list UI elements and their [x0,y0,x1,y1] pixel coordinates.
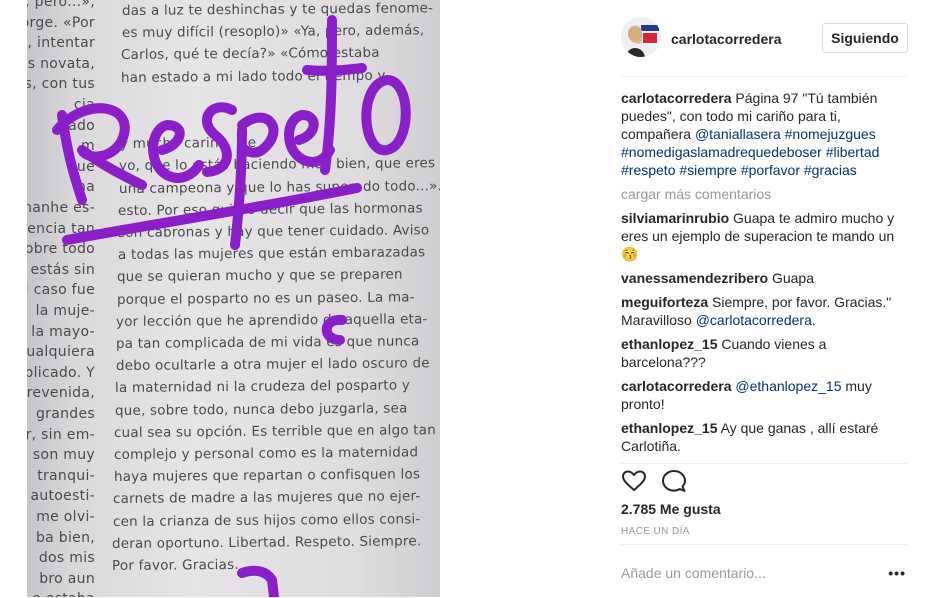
book-right-column: das a luz te deshinchas y te quedas feno… [111,0,440,597]
post-photo[interactable]: lleno, pero...», Jorge. «Por fea, intentar… [0,0,440,597]
book-text-line: r, sin em- [27,426,95,443]
post-actions: 2.785 Me gusta HACE UN DÍA [621,463,908,537]
book-text-line: complejo y personal como es la maternida… [113,444,419,463]
book-text-line: son muy [32,447,95,464]
book-text-line: ba bien, [35,529,95,546]
book-text-line: res novata, [27,55,95,72]
comment-mention[interactable]: @carlotacorredera [696,312,812,328]
caption: carlotacorredera Página 97 "Tú también p… [621,89,908,179]
add-comment-bar: Añade un comentario... ••• [621,544,908,598]
book-text-line: m [81,138,95,155]
avatar-image [621,17,661,57]
comment-item: silviamarinrubio Guapa te admiro mucho y… [621,209,908,263]
book-text-line: es muy difícil (resoplo)» «Ya, pero, ade… [121,22,425,42]
book-text-line: Jorge. «Por [27,14,95,31]
header-username[interactable]: carlotacorredera [671,31,782,47]
book-text-line: y mucho cariño. Me [119,134,256,153]
book-text-line: cen la crianza de sus hijos como ellos c… [112,510,421,530]
comment-item: ethanlopez_15 Ay que ganas , allí estaré… [621,419,908,455]
comment-item: meguiforteza Siempre, por favor. Gracias… [621,293,908,329]
book-text-line: haya mujeres que repartan o confisquen l… [113,466,420,486]
book-text-line: ado [68,117,95,134]
comment-username[interactable]: ethanlopez_15 [621,336,717,352]
book-text-line: estás sin [30,261,95,278]
book-text-line: e estaba [32,591,95,597]
comments-list: carlotacorredera Página 97 "Tú también p… [621,89,908,461]
book-text-line: que, sobre todo, nunca debo juzgarla, se… [114,400,408,419]
book-text-line: la maternidad ni la crudeza del posparto… [115,377,411,397]
book-text-line: grandes [36,406,95,422]
book-text-line: hanhe es- [27,200,95,216]
following-button[interactable]: Siguiendo [822,23,908,53]
book-text-line: dos mis [38,550,95,567]
comment-text: Guapa [768,270,815,286]
book-text-line: yo, que lo estás haciendo muy bien, que … [119,155,436,175]
post-side-panel: carlotacorredera Siguiendo carlotacorred… [621,0,908,597]
book-page: lleno, pero...», Jorge. «Por fea, intentar… [27,0,440,597]
book-text-line: la muje- [35,303,95,319]
heart-icon[interactable] [621,468,647,494]
book-text-line: revenida, [27,385,95,402]
post-header: carlotacorredera Siguiendo [621,0,908,77]
book-left-column: lleno, pero...», Jorge. «Por fea, intentar… [27,0,95,597]
post-timestamp[interactable]: HACE UN DÍA [621,526,690,537]
comment-mention[interactable]: @ethanlopez_15 [735,378,841,394]
book-text-line: son cabronas y hay que tener cuidado. Av… [117,222,430,241]
comment-item: carlotacorredera @ethanlopez_15 muy pron… [621,377,908,413]
caption-mention[interactable]: @taniallasera [695,126,781,142]
book-text-line: ha [76,179,95,196]
likes-count[interactable]: 2.785 Me gusta [621,501,721,517]
book-text-line: carnets de madre a las mujeres que no ej… [113,488,421,508]
comment-username[interactable]: silviamarinrubio [621,210,729,226]
comment-username[interactable]: carlotacorredera [621,378,732,394]
book-text-line: debo ocultarle a otra mujer el lado oscu… [115,355,430,375]
caption-username[interactable]: carlotacorredera [621,90,732,106]
book-text-line: pa tan complicada de mi vida es que nunc… [115,333,420,352]
avatar[interactable] [621,17,661,57]
book-text-line [120,111,410,114]
book-text-line: idencia tan [27,220,95,237]
book-text-line: porque el posparto no es un paseo. La ma… [116,288,415,308]
book-text-line: obre todo [27,241,95,258]
book-text-line: fea, intentar [27,35,95,52]
book-text-line: a todas las mujeres que están embarazada… [117,244,425,264]
comment-text-after: . [811,312,816,328]
book-text-line: tranqui- [37,467,95,484]
comment-bubble-icon[interactable] [661,468,687,494]
book-text-line: deran oportuno. Libertad. Respeto. Siemp… [112,533,422,552]
comment-username[interactable]: meguiforteza [621,294,708,310]
book-text-line: il caso fue [27,282,95,299]
book-text-line: que se quieran mucho y que se preparen [117,266,404,286]
book-text-line: cual sea su opción. Es terrible que en a… [114,421,437,441]
book-text-line: Por favor. Gracias. [111,556,239,574]
comment-item: ethanlopez_15 Cuando vienes a barcelona?… [621,335,908,371]
book-text-line [120,89,410,92]
book-text-line: yor lección que he aprendido de aquella … [116,311,429,330]
book-text-line: una campeona y que lo has superado todo.… [118,177,440,197]
book-text-line: ue [76,158,95,175]
book-text-line: cia [73,97,95,113]
more-options-icon[interactable]: ••• [888,565,906,581]
book-text-line: autoesti- [30,488,95,505]
add-comment-input[interactable]: Añade un comentario... [621,565,766,581]
book-text-line: cualquiera [27,344,95,361]
comment-username[interactable]: vanessamendezribero [621,270,768,286]
book-text-line: das a luz te deshinchas y te quedas feno… [121,0,434,19]
book-text-line: la mayo- [31,323,95,340]
comment-username[interactable]: ethanlopez_15 [621,420,717,436]
book-text-line: esto. Por eso quiero decir que las hormo… [118,200,424,219]
book-text-line: han estado a mi lado todo el tiempo y [120,67,386,86]
book-text-line: me olvi- [36,509,95,525]
book-text-line: Carlos, qué te decía?» «Cómo estaba [121,45,380,64]
book-text-line: lleno, pero...», [27,0,95,10]
book-text-line: bro aun [39,570,95,587]
book-text-line: das, con tus [27,76,95,93]
load-more-comments[interactable]: cargar más comentarios [621,185,908,203]
book-text-line: plicado. Y [27,364,95,381]
comment-item: vanessamendezribero Guapa [621,269,908,287]
